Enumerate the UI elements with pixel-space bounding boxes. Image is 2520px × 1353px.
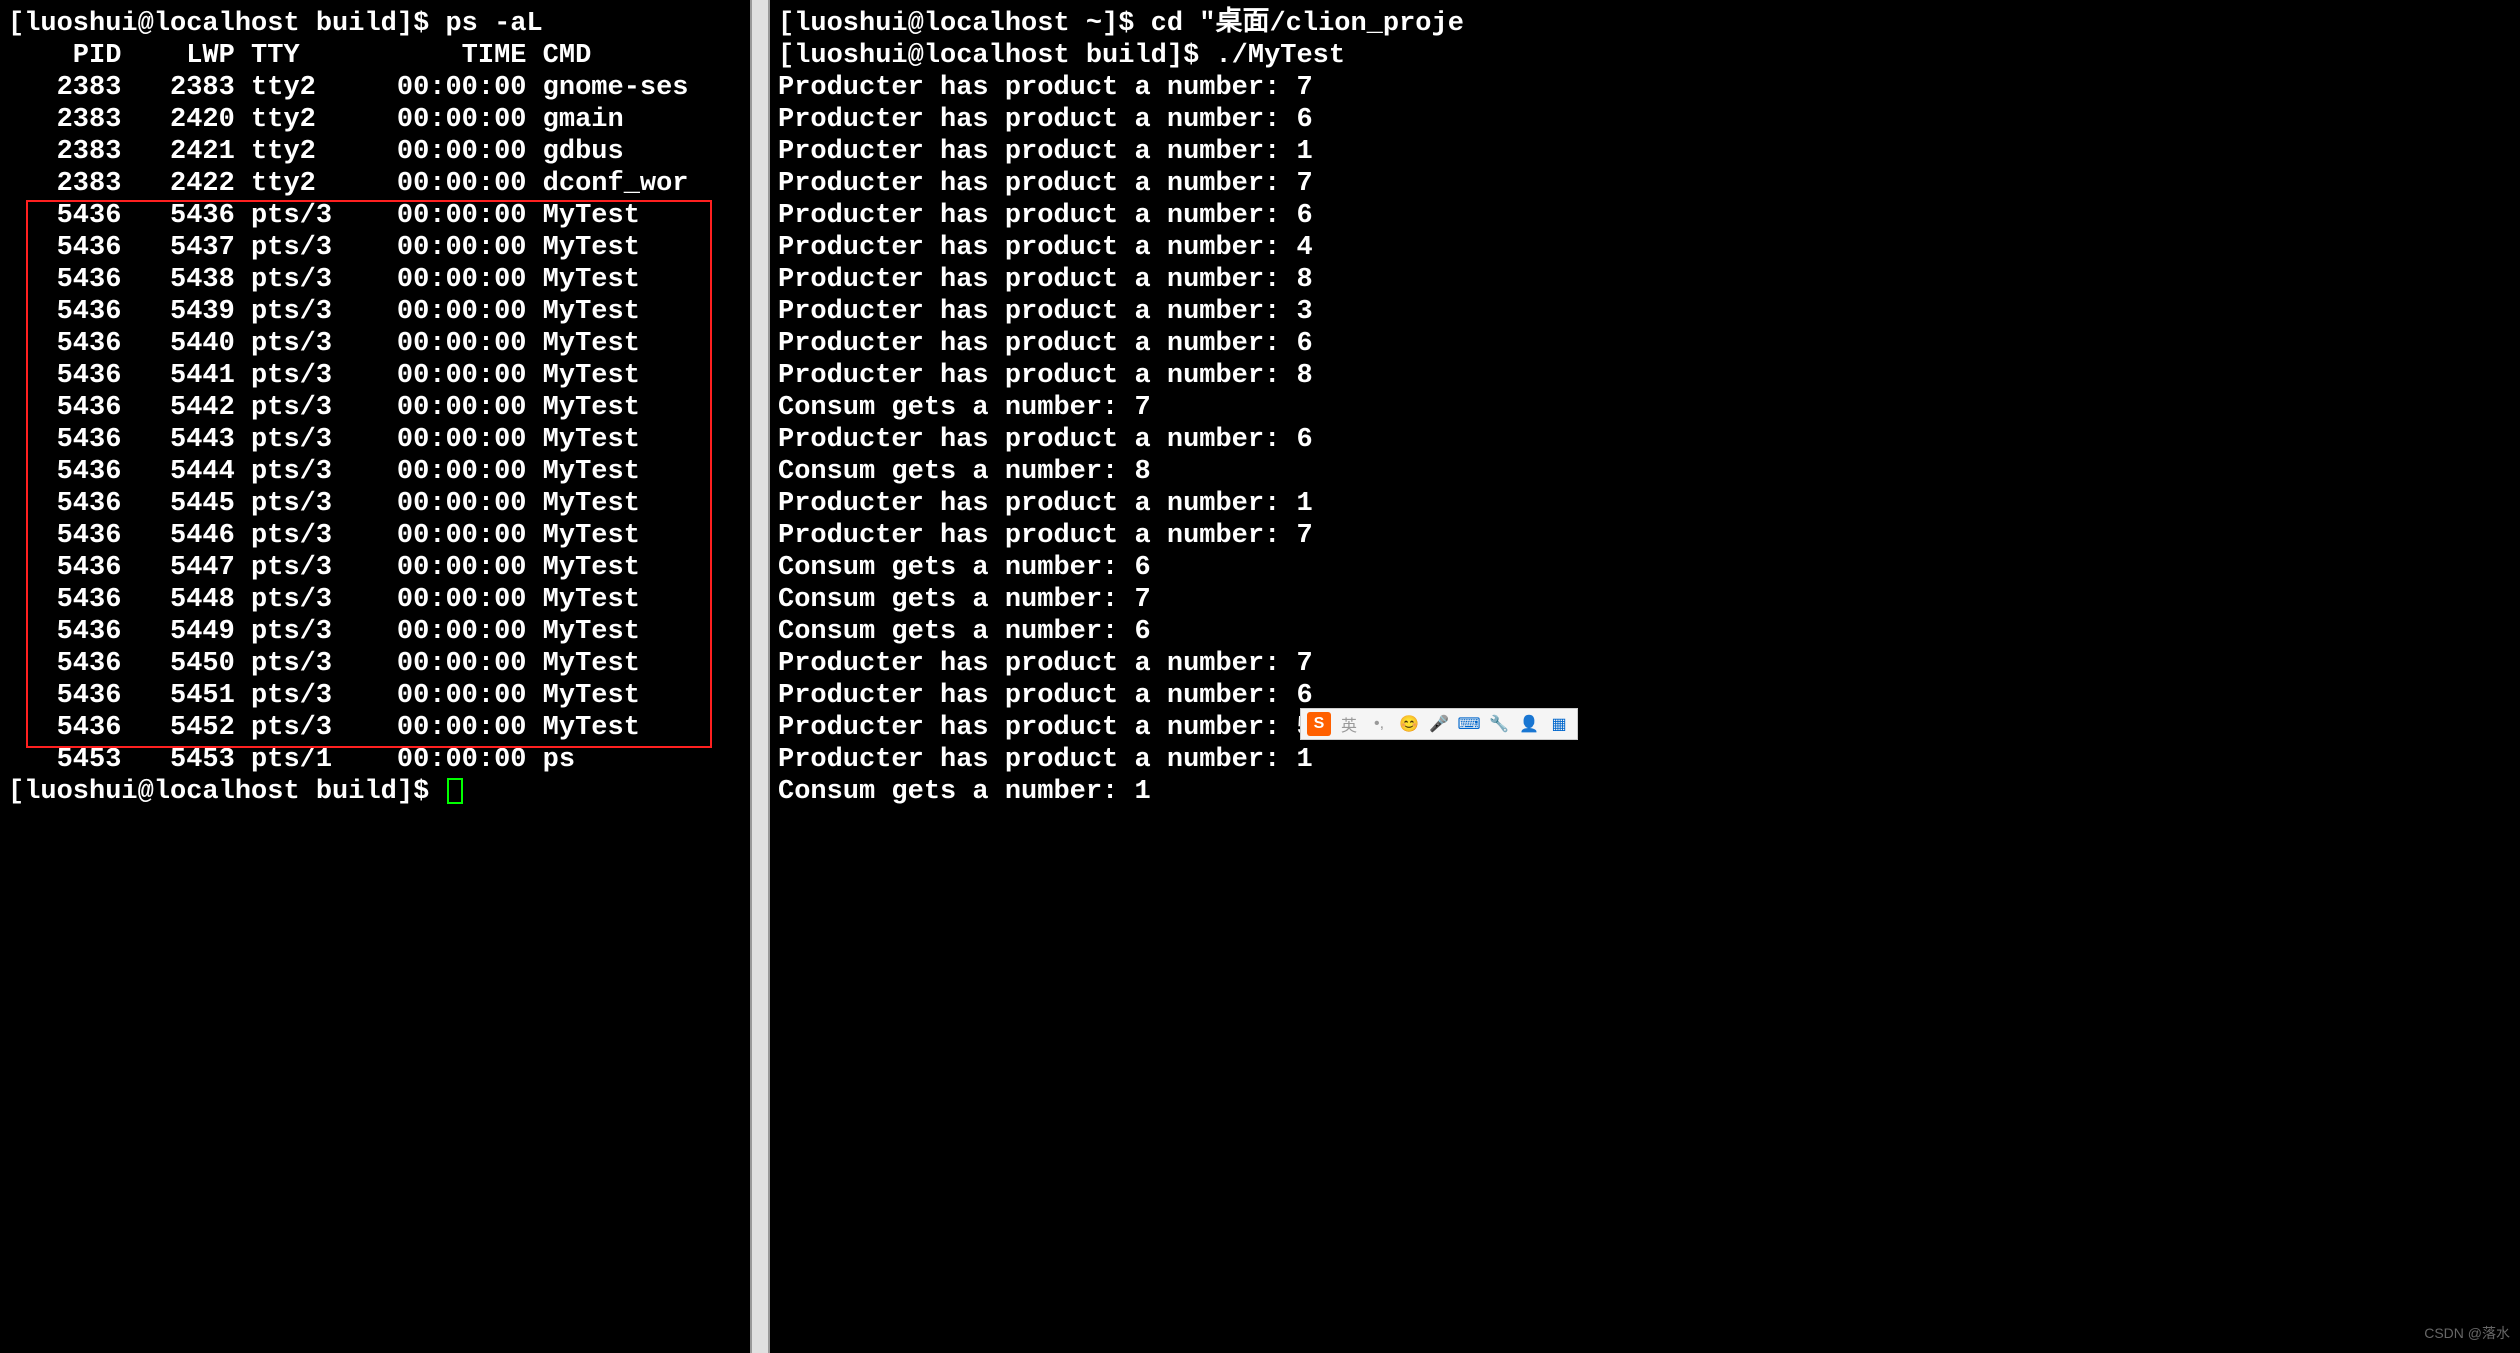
output-line: Producter has product a number: 7 — [778, 168, 2512, 200]
ps-row: 2383 2383 tty2 00:00:00 gnome-ses — [8, 72, 742, 104]
output-line: Consum gets a number: 7 — [778, 584, 2512, 616]
output-line: Producter has product a number: 1 — [778, 488, 2512, 520]
ime-toolbar[interactable]: S 英 •, 😊 🎤 ⌨ 🔧 👤 ▦ — [1300, 708, 1578, 740]
right-terminal-pane[interactable]: [luoshui@localhost ~]$ cd "桌面/clion_proj… — [770, 0, 2520, 1353]
ps-output: 2383 2383 tty2 00:00:00 gnome-ses 2383 2… — [8, 72, 742, 776]
output-line: Producter has product a number: 6 — [778, 328, 2512, 360]
ime-lang-toggle[interactable]: 英 — [1337, 712, 1361, 736]
ime-person-icon[interactable]: 👤 — [1517, 712, 1541, 736]
ime-emoji-icon[interactable]: 😊 — [1397, 712, 1421, 736]
output-line: Producter has product a number: 7 — [778, 520, 2512, 552]
output-line: Producter has product a number: 5 — [778, 712, 2512, 744]
ps-row: 5436 5448 pts/3 00:00:00 MyTest — [8, 584, 742, 616]
output-line: Producter has product a number: 3 — [778, 296, 2512, 328]
ps-row: 2383 2422 tty2 00:00:00 dconf_wor — [8, 168, 742, 200]
ime-keyboard-icon[interactable]: ⌨ — [1457, 712, 1481, 736]
ps-row: 2383 2420 tty2 00:00:00 gmain — [8, 104, 742, 136]
ps-row: 5436 5449 pts/3 00:00:00 MyTest — [8, 616, 742, 648]
ps-row: 2383 2421 tty2 00:00:00 gdbus — [8, 136, 742, 168]
output-line: Consum gets a number: 1 — [778, 776, 2512, 808]
output-line: Producter has product a number: 4 — [778, 232, 2512, 264]
ime-tool-icon[interactable]: 🔧 — [1487, 712, 1511, 736]
output-line: Producter has product a number: 1 — [778, 136, 2512, 168]
output-line: Consum gets a number: 7 — [778, 392, 2512, 424]
output-line: Consum gets a number: 8 — [778, 456, 2512, 488]
right-prompt-1: [luoshui@localhost ~]$ cd "桌面/clion_proj… — [778, 8, 2512, 40]
output-line: Producter has product a number: 8 — [778, 360, 2512, 392]
ps-row: 5436 5450 pts/3 00:00:00 MyTest — [8, 648, 742, 680]
ps-row: 5436 5444 pts/3 00:00:00 MyTest — [8, 456, 742, 488]
output-line: Producter has product a number: 7 — [778, 648, 2512, 680]
ps-row: 5436 5440 pts/3 00:00:00 MyTest — [8, 328, 742, 360]
ps-header: PID LWP TTY TIME CMD — [8, 40, 742, 72]
output-line: Consum gets a number: 6 — [778, 552, 2512, 584]
ps-row: 5436 5436 pts/3 00:00:00 MyTest — [8, 200, 742, 232]
output-line: Producter has product a number: 6 — [778, 200, 2512, 232]
ps-row: 5436 5438 pts/3 00:00:00 MyTest — [8, 264, 742, 296]
left-prompt-1: [luoshui@localhost build]$ ps -aL — [8, 8, 742, 40]
ime-mic-icon[interactable]: 🎤 — [1427, 712, 1451, 736]
output-line: Producter has product a number: 6 — [778, 424, 2512, 456]
output-line: Producter has product a number: 6 — [778, 104, 2512, 136]
ps-row: 5436 5445 pts/3 00:00:00 MyTest — [8, 488, 742, 520]
ps-row: 5436 5441 pts/3 00:00:00 MyTest — [8, 360, 742, 392]
cursor — [447, 778, 463, 804]
ps-row: 5436 5446 pts/3 00:00:00 MyTest — [8, 520, 742, 552]
ps-row: 5453 5453 pts/1 00:00:00 ps — [8, 744, 742, 776]
ps-row: 5436 5451 pts/3 00:00:00 MyTest — [8, 680, 742, 712]
ps-row: 5436 5439 pts/3 00:00:00 MyTest — [8, 296, 742, 328]
output-line: Consum gets a number: 6 — [778, 616, 2512, 648]
ps-row: 5436 5442 pts/3 00:00:00 MyTest — [8, 392, 742, 424]
watermark: CSDN @落水 — [2424, 1323, 2510, 1343]
ime-punct-icon[interactable]: •, — [1367, 712, 1391, 736]
ime-logo-icon[interactable]: S — [1307, 712, 1331, 736]
ps-row: 5436 5437 pts/3 00:00:00 MyTest — [8, 232, 742, 264]
pane-divider[interactable] — [750, 0, 770, 1353]
output-line: Producter has product a number: 7 — [778, 72, 2512, 104]
ime-grid-icon[interactable]: ▦ — [1547, 712, 1571, 736]
output-line: Producter has product a number: 6 — [778, 680, 2512, 712]
left-terminal-pane[interactable]: [luoshui@localhost build]$ ps -aL PID LW… — [0, 0, 750, 1353]
left-prompt-2: [luoshui@localhost build]$ — [8, 776, 742, 808]
ps-row: 5436 5447 pts/3 00:00:00 MyTest — [8, 552, 742, 584]
right-prompt-2: [luoshui@localhost build]$ ./MyTest — [778, 40, 2512, 72]
output-line: Producter has product a number: 1 — [778, 744, 2512, 776]
ps-row: 5436 5452 pts/3 00:00:00 MyTest — [8, 712, 742, 744]
output-line: Producter has product a number: 8 — [778, 264, 2512, 296]
ps-row: 5436 5443 pts/3 00:00:00 MyTest — [8, 424, 742, 456]
program-output: Producter has product a number: 7Product… — [778, 72, 2512, 808]
